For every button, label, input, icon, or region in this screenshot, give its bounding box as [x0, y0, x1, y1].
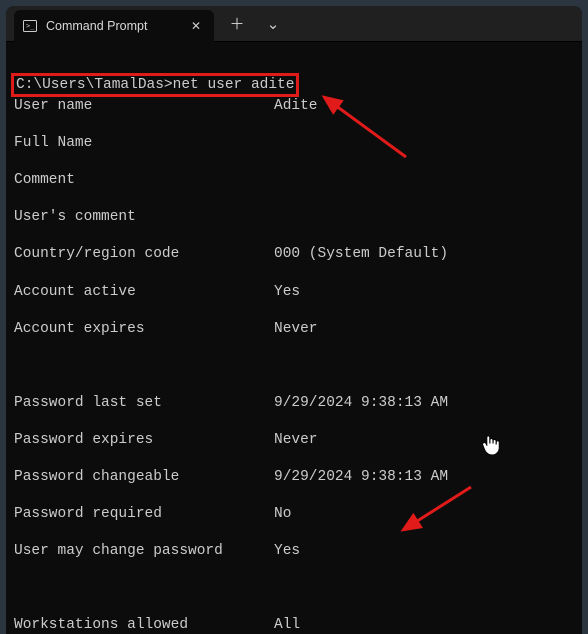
tab-close-button[interactable]: ✕: [188, 18, 204, 34]
terminal-icon: >_: [22, 18, 38, 34]
new-tab-button[interactable]: ＋: [220, 9, 254, 39]
svg-text:>_: >_: [26, 22, 35, 30]
label-pw-may: User may change password: [14, 542, 274, 561]
value-workstations: All: [274, 616, 300, 634]
label-country: Country/region code: [14, 245, 274, 264]
label-workstations: Workstations allowed: [14, 616, 274, 634]
value-pw-chg: 9/29/2024 9:38:13 AM: [274, 468, 448, 487]
value-expires: Never: [274, 320, 318, 339]
tab-dropdown-button[interactable]: ⌄: [256, 9, 290, 39]
tab-command-prompt[interactable]: >_ Command Prompt ✕: [14, 10, 214, 42]
label-users-comment: User's comment: [14, 208, 274, 227]
value-user-name: Adite: [274, 97, 318, 116]
terminal-window: >_ Command Prompt ✕ ＋ ⌄ C:\Users\TamalDa…: [6, 6, 582, 634]
tab-title: Command Prompt: [46, 19, 180, 33]
label-pw-last: Password last set: [14, 394, 274, 413]
value-active: Yes: [274, 283, 300, 302]
prompt-path: C:\Users\TamalDas>: [16, 77, 173, 93]
label-user-name: User name: [14, 97, 274, 116]
value-country: 000 (System Default): [274, 245, 448, 264]
command-text: net user adite: [173, 77, 295, 93]
terminal-output[interactable]: C:\Users\TamalDas>net user adite User na…: [6, 42, 582, 634]
label-pw-chg: Password changeable: [14, 468, 274, 487]
tab-actions: ＋ ⌄: [220, 9, 290, 39]
value-pw-may: Yes: [274, 542, 300, 561]
label-active: Account active: [14, 283, 274, 302]
label-expires: Account expires: [14, 320, 274, 339]
value-pw-req: No: [274, 505, 291, 524]
command-highlight-box: C:\Users\TamalDas>net user adite: [11, 73, 299, 98]
label-comment: Comment: [14, 171, 274, 190]
label-full-name: Full Name: [14, 134, 274, 153]
label-pw-req: Password required: [14, 505, 274, 524]
value-pw-exp: Never: [274, 431, 318, 450]
label-pw-exp: Password expires: [14, 431, 274, 450]
titlebar: >_ Command Prompt ✕ ＋ ⌄: [6, 6, 582, 42]
value-pw-last: 9/29/2024 9:38:13 AM: [274, 394, 448, 413]
